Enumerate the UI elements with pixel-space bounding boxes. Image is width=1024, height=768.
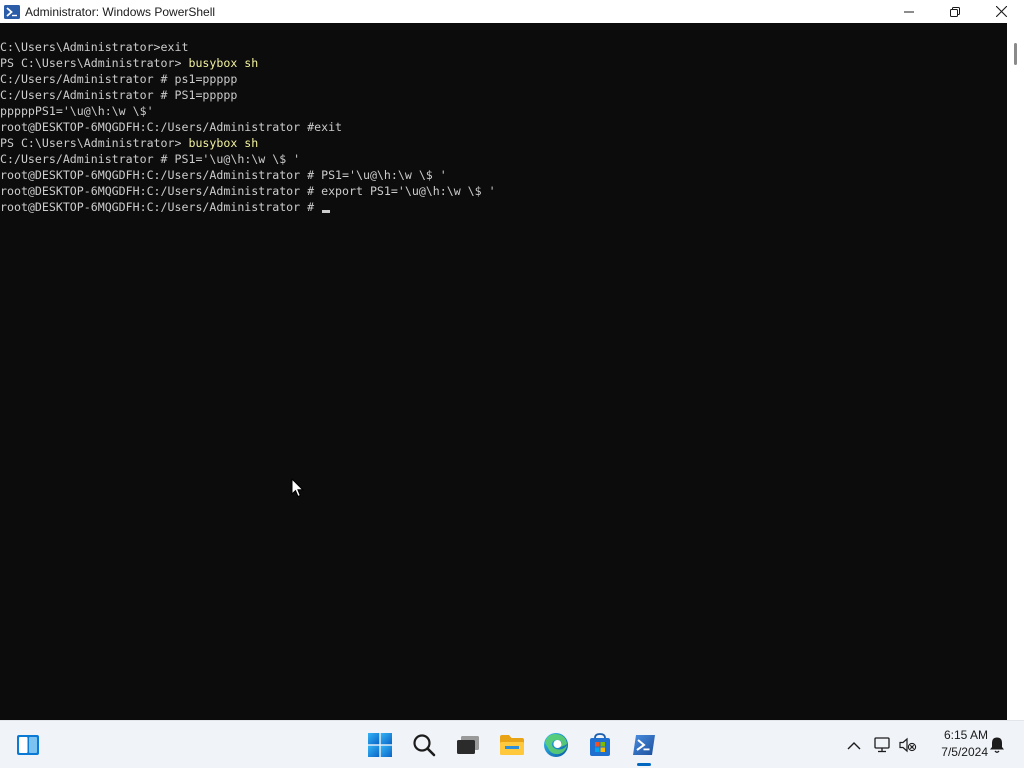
powershell-app-icon — [4, 4, 20, 19]
minimize-icon — [904, 11, 914, 12]
title-bar[interactable]: Administrator: Windows PowerShell — [0, 0, 1024, 23]
store-icon[interactable] — [584, 729, 616, 761]
console-line: root@DESKTOP-6MQGDFH:C:/Users/Administra… — [0, 199, 1007, 215]
console-command: export PS1='\u@\h:\w \$ ' — [321, 184, 496, 198]
close-button[interactable] — [978, 0, 1024, 23]
taskbar: 6:15 AM 7/5/2024 — [0, 720, 1024, 768]
task-view-icon[interactable] — [452, 729, 484, 761]
console-line: C:/Users/Administrator # PS1=ppppp — [0, 87, 1007, 103]
console-prompt: PS C:\Users\Administrator> — [0, 56, 189, 70]
edge-icon[interactable] — [540, 729, 572, 761]
console-command: PS1='\u@\h:\w \$ ' — [174, 152, 301, 166]
console-prompt: root@DESKTOP-6MQGDFH:C:/Users/Administra… — [0, 120, 315, 134]
mouse-pointer-icon — [291, 478, 305, 498]
console-line: C:/Users/Administrator # PS1='\u@\h:\w \… — [0, 151, 1007, 167]
restore-icon — [950, 6, 960, 17]
console-prompt: root@DESKTOP-6MQGDFH:C:/Users/Administra… — [0, 184, 322, 198]
console-line: C:\Users\Administrator>exit — [0, 39, 1007, 55]
clock-time: 6:15 AM — [943, 728, 988, 742]
widgets-icon[interactable] — [12, 729, 44, 761]
console-line: root@DESKTOP-6MQGDFH:C:/Users/Administra… — [0, 167, 1007, 183]
console-prompt: pppppPS1='\u@\h:\w \$' — [0, 104, 154, 118]
show-hidden-icons-chevron[interactable] — [844, 735, 864, 755]
search-icon[interactable] — [408, 729, 440, 761]
console-prompt: C:/Users/Administrator # — [0, 88, 175, 102]
notification-icon[interactable] — [987, 735, 1007, 755]
network-icon[interactable] — [872, 735, 892, 755]
active-app-indicator — [637, 763, 651, 766]
console-line: root@DESKTOP-6MQGDFH:C:/Users/Administra… — [0, 183, 1007, 199]
console-line: PS C:\Users\Administrator> busybox sh — [0, 55, 1007, 71]
console-command: busybox sh — [188, 136, 259, 150]
minimize-button[interactable] — [886, 0, 932, 23]
console-prompt: C:/Users/Administrator # — [0, 152, 175, 166]
console-command: PS1=ppppp — [174, 88, 238, 102]
close-icon — [995, 6, 1007, 17]
console-area[interactable]: C:\Users\Administrator>exit PS C:\Users\A… — [0, 23, 1007, 720]
volume-muted-icon[interactable] — [898, 735, 918, 755]
powershell-icon[interactable] — [628, 729, 660, 761]
start-icon[interactable] — [364, 729, 396, 761]
console-prompt: root@DESKTOP-6MQGDFH:C:/Users/Administra… — [0, 168, 322, 182]
console-line: C:/Users/Administrator # ps1=ppppp — [0, 71, 1007, 87]
console-line: PS C:\Users\Administrator> busybox sh — [0, 135, 1007, 151]
console-prompt: root@DESKTOP-6MQGDFH:C:/Users/Administra… — [0, 200, 322, 214]
console-prompt: C:\Users\Administrator> — [0, 40, 161, 54]
console-line: root@DESKTOP-6MQGDFH:C:/Users/Administra… — [0, 119, 1007, 135]
console-command: ps1=ppppp — [174, 72, 238, 86]
console-line: pppppPS1='\u@\h:\w \$' — [0, 103, 1007, 119]
console-command: exit — [314, 120, 343, 134]
text-cursor — [322, 210, 331, 213]
console-prompt: PS C:\Users\Administrator> — [0, 136, 189, 150]
console-output: C:\Users\Administrator>exit PS C:\Users\A… — [0, 23, 1007, 215]
restore-button[interactable] — [932, 0, 978, 23]
scrollbar-thumb[interactable] — [1014, 43, 1017, 65]
console-command: exit — [160, 40, 189, 54]
system-clock[interactable]: 6:15 AM 7/5/2024 — [926, 727, 988, 761]
console-prompt: C:/Users/Administrator # — [0, 72, 175, 86]
window-title: Administrator: Windows PowerShell — [25, 4, 216, 19]
vertical-scrollbar[interactable] — [1007, 23, 1024, 720]
console-command: PS1='\u@\h:\w \$ ' — [321, 168, 447, 182]
clock-date: 7/5/2024 — [941, 745, 988, 759]
file-explorer-icon[interactable] — [496, 729, 528, 761]
console-command: busybox sh — [188, 56, 259, 70]
